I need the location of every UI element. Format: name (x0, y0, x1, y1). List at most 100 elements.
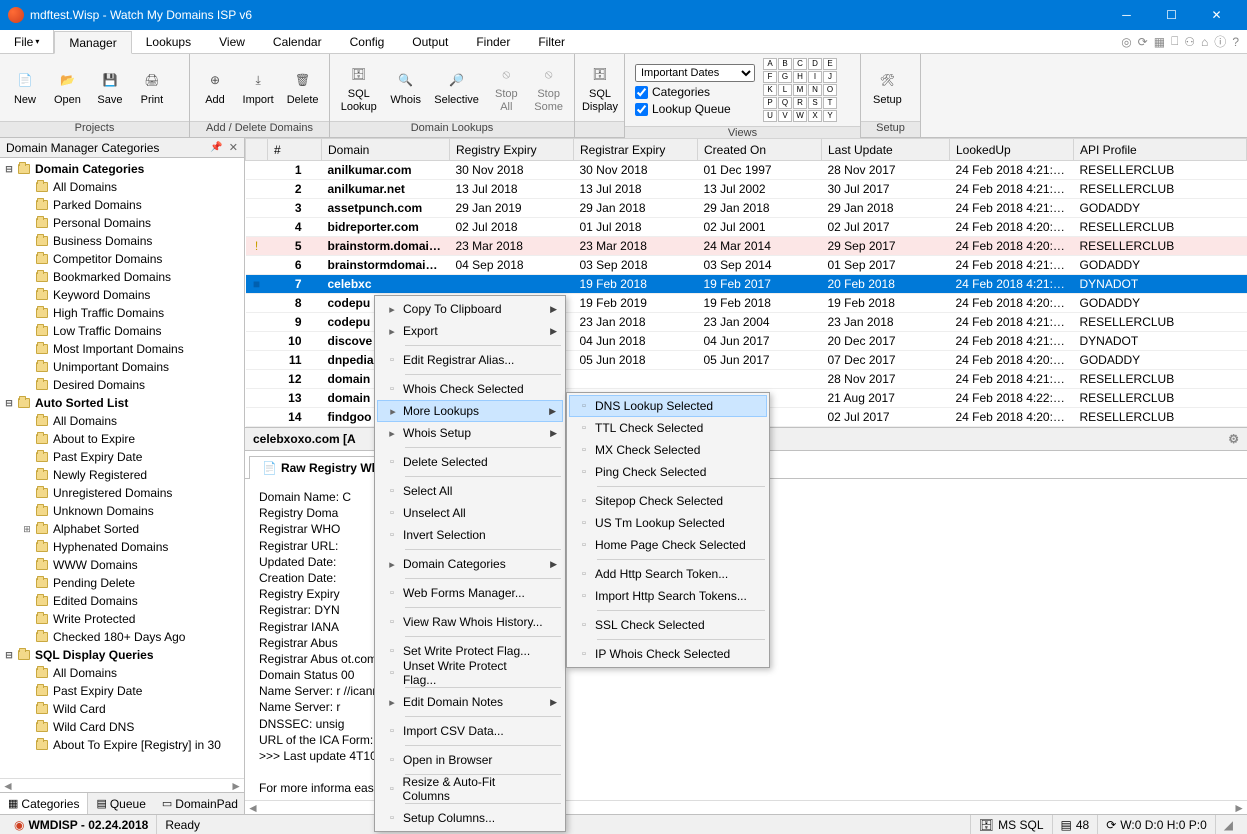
column-header[interactable]: Last Update (822, 139, 950, 161)
minimize-button[interactable]: ─ (1104, 0, 1149, 30)
new-button[interactable]: 📄New (4, 66, 46, 108)
context-item[interactable]: ▸More Lookups▶ (377, 400, 563, 422)
close-button[interactable]: ✕ (1194, 0, 1239, 30)
context-item[interactable]: ▫US Tm Lookup Selected (569, 512, 767, 534)
open-button[interactable]: 📂Open (46, 66, 89, 108)
tree-item[interactable]: Parked Domains (2, 196, 242, 214)
menu-tab-finder[interactable]: Finder (462, 30, 524, 53)
context-menu-main[interactable]: ▸Copy To Clipboard▶▸Export▶▫Edit Registr… (374, 295, 566, 832)
tree-item[interactable]: Pending Delete (2, 574, 242, 592)
context-item[interactable]: ▫Add Http Search Token... (569, 563, 767, 585)
table-row[interactable]: ■7celebxc19 Feb 201819 Feb 201720 Feb 20… (246, 275, 1247, 294)
views-dropdown[interactable]: Important Dates (635, 64, 755, 82)
save-button[interactable]: 💾Save (89, 66, 131, 108)
context-item[interactable]: ▫Home Page Check Selected (569, 534, 767, 556)
tree-item[interactable]: Unregistered Domains (2, 484, 242, 502)
context-item[interactable]: ▫SSL Check Selected (569, 614, 767, 636)
menu-tab-lookups[interactable]: Lookups (132, 30, 205, 53)
context-item[interactable]: ▫Setup Columns... (377, 807, 563, 829)
table-row[interactable]: 4bidreporter.com02 Jul 201801 Jul 201802… (246, 218, 1247, 237)
gift-icon[interactable]: ⎕ (1171, 34, 1178, 49)
print-button[interactable]: 🖨Print (131, 66, 173, 108)
context-item[interactable]: ▫Unselect All (377, 502, 563, 524)
context-item[interactable]: ▫Web Forms Manager... (377, 582, 563, 604)
context-item[interactable]: ▫Sitepop Check Selected (569, 490, 767, 512)
add-button[interactable]: ⊕Add (194, 66, 236, 108)
sidebar-close-icon[interactable]: ✕ (229, 141, 238, 154)
column-header[interactable]: Created On (698, 139, 822, 161)
table-row[interactable]: 6brainstormdomain…04 Sep 201803 Sep 2018… (246, 256, 1247, 275)
setup-button[interactable]: 🛠Setup (865, 66, 910, 108)
context-item[interactable]: ▫Invert Selection (377, 524, 563, 546)
menu-tab-calendar[interactable]: Calendar (259, 30, 336, 53)
context-item[interactable]: ▫TTL Check Selected (569, 417, 767, 439)
context-item[interactable]: ▸Whois Setup▶ (377, 422, 563, 444)
whois-button[interactable]: 🔍Whois (384, 66, 428, 108)
globe-icon[interactable]: ◎ (1121, 35, 1131, 49)
tree-item[interactable]: All Domains (2, 412, 242, 430)
tab-raw-whois[interactable]: 📄 Raw Registry Wh (249, 456, 392, 479)
context-item[interactable]: ▫Import Http Search Tokens... (569, 585, 767, 607)
import-button[interactable]: ⤓Import (236, 66, 280, 108)
grid-icon[interactable]: ▦ (1154, 35, 1165, 49)
context-item[interactable]: ▫Ping Check Selected (569, 461, 767, 483)
tree-item[interactable]: Newly Registered (2, 466, 242, 484)
column-header[interactable]: LookedUp (950, 139, 1074, 161)
tree-root[interactable]: ⊟Auto Sorted List (2, 394, 242, 412)
tree-item[interactable]: Wild Card DNS (2, 718, 242, 736)
scroll-left-icon[interactable]: ◄ (2, 779, 14, 793)
tree-item[interactable]: Past Expiry Date (2, 682, 242, 700)
context-item[interactable]: ▫Delete Selected (377, 451, 563, 473)
sql-display-button[interactable]: 🗄SQL Display (579, 60, 621, 114)
tree-item[interactable]: Checked 180+ Days Ago (2, 628, 242, 646)
letter-filter[interactable]: ABCDEFGHIJKLMNOPQRSTUVWXY (761, 56, 839, 124)
column-header[interactable]: Registrar Expiry (574, 139, 698, 161)
context-item[interactable]: ▸Domain Categories▶ (377, 553, 563, 575)
tree-item[interactable]: High Traffic Domains (2, 304, 242, 322)
gear-icon[interactable]: ⚙ (1228, 432, 1239, 446)
tree-item[interactable]: Write Protected (2, 610, 242, 628)
tree-item[interactable]: Desired Domains (2, 376, 242, 394)
context-menu-more-lookups[interactable]: ▫DNS Lookup Selected▫TTL Check Selected▫… (566, 392, 770, 668)
tree-item[interactable]: Business Domains (2, 232, 242, 250)
tree-item[interactable]: All Domains (2, 664, 242, 682)
column-header[interactable]: API Profile (1074, 139, 1247, 161)
tree-item[interactable]: All Domains (2, 178, 242, 196)
maximize-button[interactable]: ☐ (1149, 0, 1194, 30)
tree-item[interactable]: Keyword Domains (2, 286, 242, 304)
table-row[interactable]: 1anilkumar.com30 Nov 201830 Nov 201801 D… (246, 161, 1247, 180)
context-item[interactable]: ▫Open in Browser (377, 749, 563, 771)
tree-item[interactable]: Unimportant Domains (2, 358, 242, 376)
category-tree[interactable]: ⊟Domain CategoriesAll DomainsParked Doma… (0, 158, 244, 778)
menu-tab-filter[interactable]: Filter (524, 30, 579, 53)
selective-button[interactable]: 🔎Selective (428, 66, 485, 108)
tree-root[interactable]: ⊟SQL Display Queries (2, 646, 242, 664)
context-item[interactable]: ▫Whois Check Selected (377, 378, 563, 400)
context-item[interactable]: ▸Copy To Clipboard▶ (377, 298, 563, 320)
sql-lookup-button[interactable]: 🗄SQL Lookup (334, 60, 384, 114)
hscroll-left-icon[interactable]: ◄ (247, 801, 259, 815)
tree-item[interactable]: Personal Domains (2, 214, 242, 232)
context-item[interactable]: ▫Import CSV Data... (377, 720, 563, 742)
context-item[interactable]: ▫Edit Registrar Alias... (377, 349, 563, 371)
column-header[interactable]: Registry Expiry (450, 139, 574, 161)
stop-some-button[interactable]: ⦸Stop Some (527, 60, 570, 114)
pin-icon[interactable]: 📌 (210, 142, 222, 153)
tree-item[interactable]: About to Expire (2, 430, 242, 448)
home-icon[interactable]: ⌂ (1201, 35, 1208, 49)
table-row[interactable]: 2anilkumar.net13 Jul 201813 Jul 201813 J… (246, 180, 1247, 199)
sidebar-tab-categories[interactable]: ▦ Categories (0, 793, 88, 814)
tree-item[interactable]: Hyphenated Domains (2, 538, 242, 556)
scroll-right-icon[interactable]: ► (230, 779, 242, 793)
table-row[interactable]: !5brainstorm.domai…23 Mar 201823 Mar 201… (246, 237, 1247, 256)
context-item[interactable]: ▫IP Whois Check Selected (569, 643, 767, 665)
context-item[interactable]: ▸Edit Domain Notes▶ (377, 691, 563, 713)
sidebar-tab-domainpad[interactable]: ▭ DomainPad (154, 793, 246, 814)
menu-tab-config[interactable]: Config (336, 30, 399, 53)
tree-item[interactable]: Past Expiry Date (2, 448, 242, 466)
people-icon[interactable]: ⚇ (1184, 35, 1195, 49)
context-item[interactable]: ▫Select All (377, 480, 563, 502)
stop-all-button[interactable]: ⦸Stop All (485, 60, 527, 114)
context-item[interactable]: ▫View Raw Whois History... (377, 611, 563, 633)
lookup-queue-checkbox[interactable]: Lookup Queue (635, 102, 755, 116)
